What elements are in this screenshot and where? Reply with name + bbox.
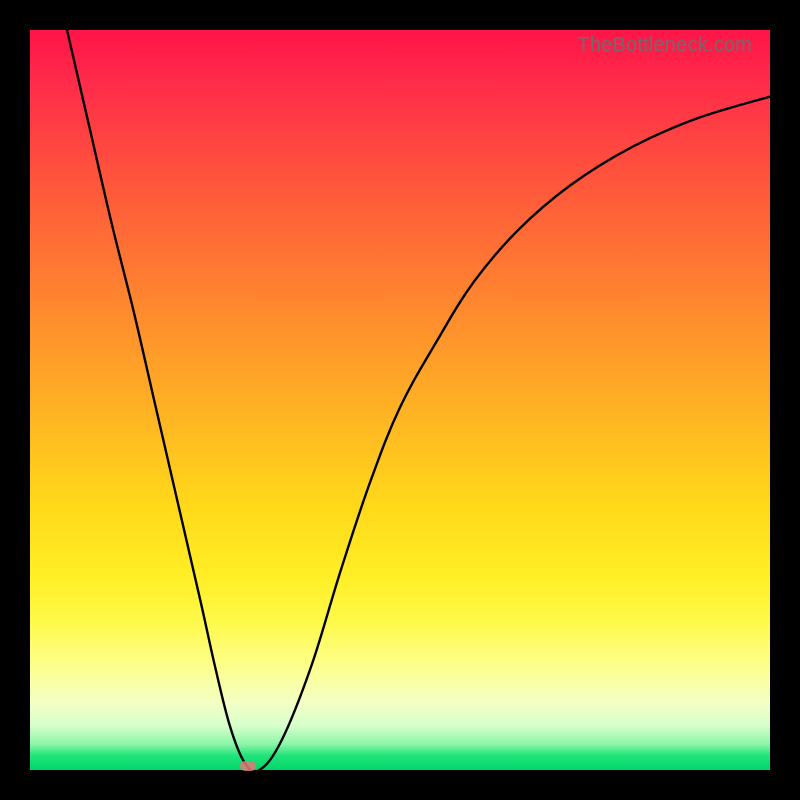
plot-area: TheBottleneck.com: [30, 30, 770, 770]
bottleneck-curve: [30, 30, 770, 770]
minimum-marker: [240, 761, 256, 771]
chart-frame: TheBottleneck.com: [0, 0, 800, 800]
